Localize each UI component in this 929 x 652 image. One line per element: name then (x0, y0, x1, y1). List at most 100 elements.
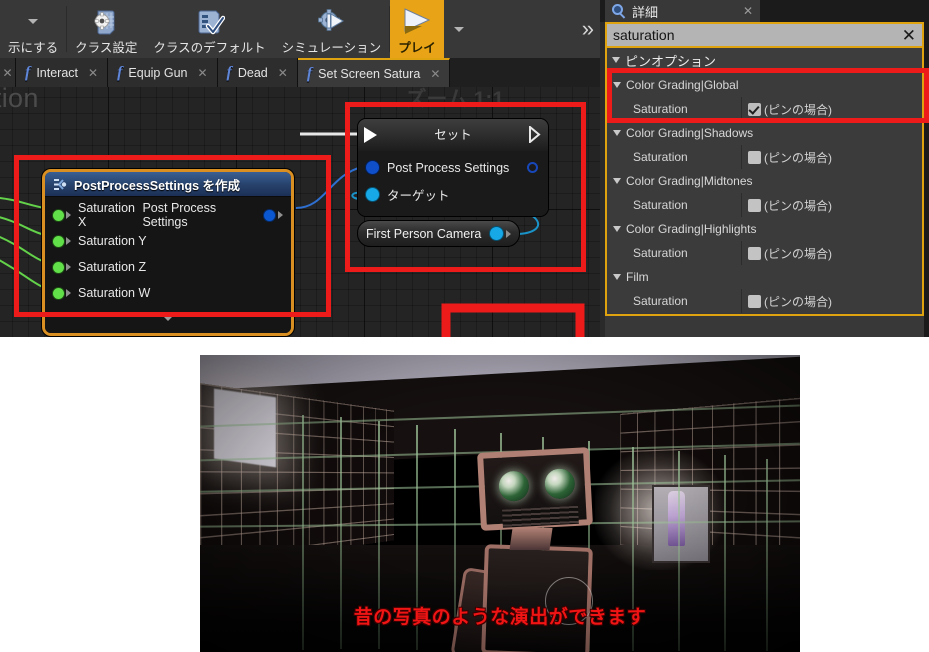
input-pin-icon[interactable] (366, 161, 379, 174)
output-pin-icon[interactable] (264, 209, 275, 221)
triangle-down-icon (613, 178, 621, 184)
toolbar-overflow-button[interactable]: » (572, 0, 600, 58)
property-label: Saturation (607, 193, 742, 217)
play-mode-dropdown[interactable] (444, 0, 474, 58)
toolbar-item-simulate[interactable]: シミュレーション (274, 0, 390, 58)
node-pin-row[interactable]: Saturation X Post Process Settings (45, 201, 291, 229)
checkbox-icon[interactable] (748, 294, 761, 308)
property-label: Saturation (607, 145, 742, 169)
property-label: Saturation (607, 289, 742, 313)
game-caption-text: 昔の写真のような演出ができます (353, 607, 647, 628)
clear-search-icon[interactable]: ✕ (902, 27, 916, 44)
function-icon: f (117, 63, 123, 81)
tab-close-icon[interactable]: ✕ (88, 66, 98, 80)
tab-interact[interactable]: f Interact ✕ (16, 58, 109, 87)
checkbox-icon[interactable] (748, 198, 761, 212)
group-color-grading-highlights[interactable]: Color Grading|Highlights (607, 217, 922, 241)
group-color-grading-shadows[interactable]: Color Grading|Shadows (607, 121, 922, 145)
property-value-text: (ピンの場合) (764, 102, 832, 117)
property-row[interactable]: Saturation (ピンの場合) (607, 289, 922, 313)
input-pin-icon[interactable] (53, 235, 64, 247)
pin-arrow-icon (66, 211, 71, 219)
tab-equip-gun[interactable]: f Equip Gun ✕ (108, 58, 218, 87)
node-header: セット (358, 119, 548, 151)
toolbar-item-label: シミュレーション (281, 41, 382, 55)
tab-label: Dead (237, 65, 268, 80)
node-expand-button[interactable] (45, 306, 291, 331)
pin-label: Saturation Y (78, 234, 147, 248)
triangle-down-icon (160, 313, 176, 321)
triangle-down-icon (613, 130, 621, 136)
function-icon: f (306, 64, 313, 82)
chevron-down-icon (453, 26, 464, 32)
triangle-down-icon (613, 226, 621, 232)
details-tab-bar: 詳細 ✕ (600, 0, 929, 22)
class-defaults-icon (195, 2, 225, 41)
input-pin-icon[interactable] (53, 209, 64, 221)
output-pin-icon[interactable] (527, 162, 538, 173)
group-color-grading-midtones[interactable]: Color Grading|Midtones (607, 169, 922, 193)
tab-label: Equip Gun (128, 65, 188, 80)
node-body: Post Process Settings ターゲット (358, 151, 548, 216)
checkbox-icon[interactable] (748, 150, 761, 164)
input-pin-icon[interactable] (366, 188, 379, 201)
node-pin-row[interactable]: Saturation W (45, 280, 291, 306)
pin-label: Saturation X (78, 201, 135, 229)
category-pin-options[interactable]: ピンオプション (607, 48, 922, 73)
tab-close-icon[interactable]: ✕ (197, 66, 207, 80)
property-value-text: (ピンの場合) (764, 150, 832, 165)
tab-set-screen-saturation[interactable]: f Set Screen Satura ✕ (297, 58, 451, 87)
variable-output-pin[interactable] (490, 227, 511, 240)
toolbar-item-class-settings[interactable]: クラス設定 (67, 0, 145, 58)
pin-label: Saturation Z (78, 260, 147, 274)
triangle-down-icon (612, 57, 620, 63)
tab-close-icon[interactable]: ✕ (278, 66, 288, 80)
function-icon: f (226, 63, 232, 81)
group-film[interactable]: Film (607, 265, 922, 289)
pin-arrow-icon (66, 289, 71, 297)
node-pin-row[interactable]: Saturation Y (45, 228, 291, 254)
node-pin-row[interactable]: Saturation Z (45, 254, 291, 280)
tab-dead[interactable]: f Dead ✕ (217, 58, 298, 87)
node-make-post-process-settings[interactable]: PostProcessSettings を作成 Saturation X Pos… (42, 169, 294, 336)
tab-close-icon[interactable]: ✕ (0, 58, 16, 87)
property-row[interactable]: Saturation (ピンの場合) (607, 193, 922, 217)
exec-output-pin-icon[interactable] (529, 126, 541, 143)
close-icon[interactable]: ✕ (743, 4, 753, 18)
group-color-grading-global[interactable]: Color Grading|Global (607, 73, 922, 97)
property-value[interactable]: (ピンの場合) (742, 97, 922, 121)
property-value[interactable]: (ピンの場合) (742, 145, 922, 169)
node-pin-row[interactable]: ターゲット (358, 181, 548, 208)
property-row[interactable]: Saturation (ピンの場合) (607, 145, 922, 169)
node-title: セット (434, 128, 472, 142)
editor-toolbar: 示にする クラス設定 クラスのデフォルト シミュレーション プレイ » (0, 0, 600, 58)
property-value[interactable]: (ピンの場合) (742, 241, 922, 265)
property-row[interactable]: Saturation (ピンの場合) (607, 241, 922, 265)
search-input[interactable] (613, 27, 902, 43)
property-value[interactable]: (ピンの場合) (742, 193, 922, 217)
node-first-person-camera[interactable]: First Person Camera (357, 220, 520, 247)
details-property-list[interactable]: ピンオプション Color Grading|Global Saturation … (605, 48, 924, 316)
node-pin-row[interactable]: Post Process Settings (358, 154, 548, 181)
checkbox-icon[interactable] (748, 246, 761, 260)
group-label: Color Grading|Midtones (626, 174, 753, 188)
property-value-text: (ピンの場合) (764, 294, 832, 309)
triangle-down-icon (613, 274, 621, 280)
input-pin-icon[interactable] (53, 287, 64, 299)
function-icon: f (25, 63, 31, 81)
details-search-bar[interactable]: ✕ (605, 22, 924, 48)
property-value[interactable]: (ピンの場合) (742, 289, 922, 313)
toolbar-item-play[interactable]: プレイ (390, 0, 444, 58)
checkbox-checked-icon[interactable] (748, 102, 761, 116)
property-row[interactable]: Saturation (ピンの場合) (607, 97, 922, 121)
details-tab[interactable]: 詳細 ✕ (605, 0, 760, 22)
property-label: Saturation (607, 241, 742, 265)
group-label: Color Grading|Highlights (626, 222, 757, 236)
toolbar-item-truncated[interactable]: 示にする (0, 0, 66, 58)
toolbar-item-class-defaults[interactable]: クラスのデフォルト (145, 0, 273, 58)
output-pin-icon[interactable] (490, 227, 503, 240)
toolbar-item-label: プレイ (398, 41, 436, 55)
tab-close-icon[interactable]: ✕ (430, 67, 440, 81)
input-pin-icon[interactable] (53, 261, 64, 273)
node-set[interactable]: セット Post Process Settings ターゲット (357, 118, 549, 217)
